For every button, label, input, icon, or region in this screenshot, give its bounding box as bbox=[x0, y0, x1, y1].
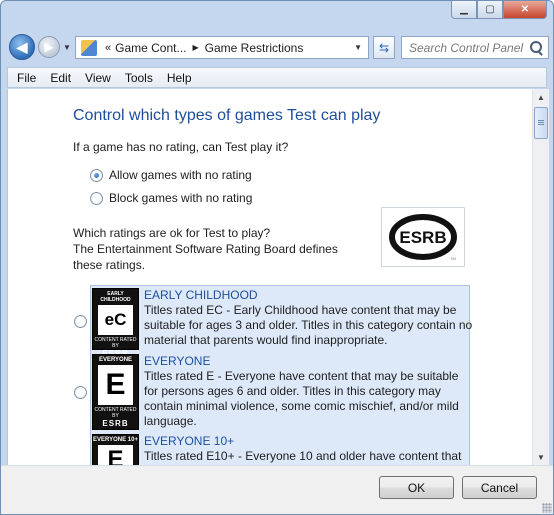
scroll-thumb[interactable] bbox=[534, 107, 548, 139]
block-unrated-option[interactable]: Block games with no rating bbox=[90, 191, 252, 205]
menu-edit[interactable]: Edit bbox=[43, 71, 78, 85]
esrb-logo-text: ESRB bbox=[399, 228, 446, 247]
badge-top-text: EARLY CHILDHOOD bbox=[100, 291, 131, 303]
rating-description[interactable]: Titles rated E10+ - Everyone 10 and olde… bbox=[144, 449, 474, 464]
menu-file[interactable]: File bbox=[10, 71, 43, 85]
forward-arrow-icon: ▶ bbox=[44, 40, 54, 54]
breadcrumb-game-controls[interactable]: Game Cont... bbox=[115, 41, 186, 55]
badge-letter: E bbox=[98, 365, 133, 405]
ratings-question: Which ratings are ok for Test to play? T… bbox=[73, 225, 363, 273]
back-arrow-icon: ◀ bbox=[16, 38, 28, 55]
maximize-button[interactable]: ▢ bbox=[477, 1, 503, 19]
rating-name[interactable]: EVERYONE bbox=[144, 354, 210, 368]
minimize-button[interactable]: ▁ bbox=[451, 1, 477, 19]
badge-top-text: EVERYONE bbox=[98, 357, 133, 363]
rating-name[interactable]: EARLY CHILDHOOD bbox=[144, 288, 258, 302]
recent-pages-dropdown[interactable]: ▼ bbox=[63, 43, 71, 52]
badge-letter: eC bbox=[98, 305, 133, 335]
forward-button[interactable]: ▶ bbox=[38, 36, 60, 58]
block-unrated-radio[interactable] bbox=[90, 191, 103, 205]
content-pane: Control which types of games Test can pl… bbox=[7, 89, 532, 465]
rating-description[interactable]: Titles rated E - Everyone have content t… bbox=[144, 369, 474, 429]
back-button[interactable]: ◀ bbox=[9, 34, 35, 60]
ok-button[interactable]: OK bbox=[379, 476, 454, 499]
rating-radio-everyone[interactable] bbox=[74, 386, 87, 399]
rating-name[interactable]: EVERYONE 10+ bbox=[144, 434, 234, 448]
close-button[interactable]: ✕ bbox=[503, 1, 547, 19]
esrb-logo[interactable]: ESRB TM bbox=[381, 207, 465, 267]
page-title: Control which types of games Test can pl… bbox=[73, 107, 381, 124]
breadcrumb-game-restrictions[interactable]: Game Restrictions bbox=[205, 41, 304, 55]
search-icon[interactable] bbox=[527, 39, 545, 57]
vertical-scrollbar[interactable]: ▲ ▼ bbox=[532, 89, 549, 465]
game-restrictions-window: ▁ ▢ ✕ ◀ ▶ ▼ « Game Cont... ▶ Game Restri… bbox=[0, 0, 554, 515]
ratings-question-line: these ratings. bbox=[73, 258, 146, 272]
badge-letter: E bbox=[98, 445, 133, 465]
allow-unrated-radio[interactable] bbox=[90, 168, 103, 182]
address-bar[interactable]: « Game Cont... ▶ Game Restrictions ▼ bbox=[75, 36, 369, 59]
maximize-icon: ▢ bbox=[485, 4, 495, 15]
dialog-footer: OK Cancel bbox=[1, 465, 553, 514]
rating-radio-early-childhood[interactable] bbox=[74, 315, 87, 328]
unrated-question: If a game has no rating, can Test play i… bbox=[73, 140, 289, 154]
badge-esrb-text: ESRB bbox=[102, 419, 129, 428]
search-box[interactable] bbox=[401, 36, 549, 59]
control-panel-icon bbox=[81, 39, 97, 56]
resize-grip-icon[interactable] bbox=[542, 503, 552, 513]
e10-rating-badge: EVERYONE 10+ E bbox=[92, 434, 139, 465]
cancel-button[interactable]: Cancel bbox=[462, 476, 537, 499]
breadcrumb-separator-icon[interactable]: ▶ bbox=[193, 43, 199, 52]
menu-help[interactable]: Help bbox=[160, 71, 199, 85]
rating-description[interactable]: Titles rated EC - Early Childhood have c… bbox=[144, 303, 474, 348]
scroll-up-icon[interactable]: ▲ bbox=[533, 89, 549, 105]
badge-bottom-text: CONTENT RATED BY bbox=[94, 407, 137, 419]
navigation-bar: ◀ ▶ ▼ « Game Cont... ▶ Game Restrictions… bbox=[7, 32, 549, 62]
esrb-logo-icon: ESRB TM bbox=[389, 214, 457, 261]
badge-bottom-text: CONTENT RATED BY bbox=[94, 337, 137, 349]
menu-bar: File Edit View Tools Help bbox=[7, 67, 547, 88]
ratings-question-line: Which ratings are ok for Test to play? bbox=[73, 226, 271, 240]
allow-unrated-label[interactable]: Allow games with no rating bbox=[109, 168, 252, 182]
badge-top-text: EVERYONE 10+ bbox=[93, 437, 138, 443]
menu-tools[interactable]: Tools bbox=[118, 71, 160, 85]
refresh-button[interactable]: ⇆ bbox=[373, 36, 395, 59]
close-icon: ✕ bbox=[520, 4, 530, 15]
caption-buttons: ▁ ▢ ✕ bbox=[451, 1, 547, 19]
breadcrumb-overflow[interactable]: « bbox=[105, 42, 111, 54]
ec-rating-badge: EARLY CHILDHOOD eC CONTENT RATED BY ESRB bbox=[92, 288, 139, 358]
allow-unrated-option[interactable]: Allow games with no rating bbox=[90, 168, 252, 182]
e-rating-badge: EVERYONE E CONTENT RATED BY ESRB bbox=[92, 354, 139, 430]
menu-view[interactable]: View bbox=[78, 71, 118, 85]
scroll-down-icon[interactable]: ▼ bbox=[533, 449, 549, 465]
address-dropdown-icon[interactable]: ▼ bbox=[354, 43, 362, 52]
search-input[interactable] bbox=[402, 40, 527, 55]
ratings-question-line: The Entertainment Software Rating Board … bbox=[73, 242, 338, 256]
block-unrated-label[interactable]: Block games with no rating bbox=[109, 191, 252, 205]
esrb-logo-tm: TM bbox=[450, 256, 456, 261]
minimize-icon: ▁ bbox=[460, 4, 468, 15]
refresh-icon: ⇆ bbox=[378, 40, 390, 55]
ratings-list: EARLY CHILDHOOD eC CONTENT RATED BY ESRB… bbox=[90, 285, 472, 465]
